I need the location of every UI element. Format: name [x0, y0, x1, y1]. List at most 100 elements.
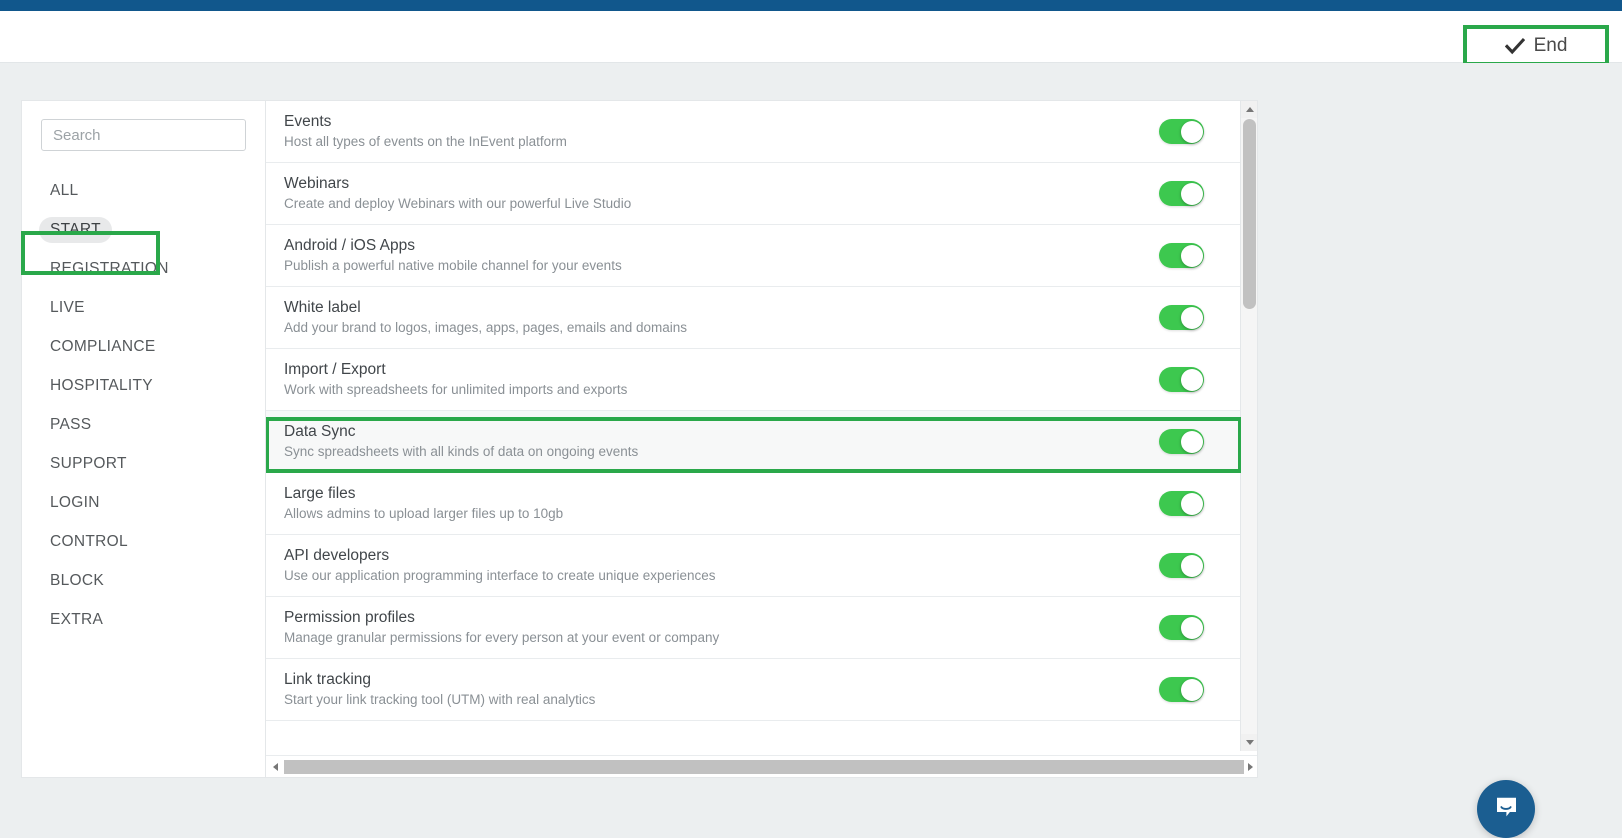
feature-text: Data Sync Sync spreadsheets with all kin… [284, 422, 1159, 460]
scroll-left-button[interactable] [266, 756, 284, 778]
search-input[interactable] [41, 119, 246, 151]
feature-row-api-developers[interactable]: API developers Use our application progr… [266, 535, 1241, 597]
toggle-knob [1180, 678, 1203, 701]
feature-title: Import / Export [284, 361, 386, 379]
feature-title: Webinars [284, 175, 350, 193]
sidebar-item-label: CONTROL [50, 533, 128, 550]
sidebar-item-pass[interactable]: PASS [22, 405, 265, 444]
sidebar-item-support[interactable]: SUPPORT [22, 444, 265, 483]
feature-title: White label [284, 299, 361, 317]
sidebar-item-all[interactable]: ALL [22, 171, 265, 210]
sidebar-item-start[interactable]: START [22, 210, 265, 249]
feature-title: Android / iOS Apps [284, 237, 415, 255]
top-accent-bar [0, 0, 1622, 11]
sidebar-item-label: SUPPORT [50, 455, 127, 472]
toggle-knob [1180, 182, 1203, 205]
toggle-knob [1180, 244, 1203, 267]
feature-title: Data Sync [284, 423, 356, 441]
feature-row-large-files[interactable]: Large files Allows admins to upload larg… [266, 473, 1241, 535]
top-toolbar: End [0, 11, 1622, 66]
sidebar-item-registration[interactable]: REGISTRATION [22, 249, 265, 288]
scroll-up-button[interactable] [1241, 101, 1257, 118]
toggle-knob [1180, 616, 1203, 639]
horizontal-scrollbar-thumb[interactable] [284, 759, 1244, 774]
end-button[interactable]: End [1499, 33, 1574, 59]
sidebar-item-label: EXTRA [50, 611, 104, 628]
feature-description: Work with spreadsheets for unlimited imp… [284, 381, 628, 397]
feature-text: Permission profiles Manage granular perm… [284, 608, 1159, 646]
sidebar-item-label: COMPLIANCE [50, 338, 156, 355]
triangle-down-icon [1245, 740, 1254, 745]
feature-text: Webinars Create and deploy Webinars with… [284, 174, 1159, 212]
feature-description: Publish a powerful native mobile channel… [284, 257, 622, 273]
sidebar-item-hospitality[interactable]: HOSPITALITY [22, 366, 265, 405]
feature-title: Permission profiles [284, 609, 415, 627]
feature-toggle-large-files[interactable] [1159, 491, 1204, 516]
feature-description: Create and deploy Webinars with our powe… [284, 195, 632, 211]
sidebar-item-label: HOSPITALITY [50, 377, 153, 394]
feature-toggle-link-tracking[interactable] [1159, 677, 1204, 702]
feature-list-viewport: Events Host all types of events on the I… [266, 101, 1241, 751]
feature-text: Link tracking Start your link tracking t… [284, 670, 1159, 708]
feature-toggle-import-export[interactable] [1159, 367, 1204, 392]
sidebar-item-label: PASS [50, 416, 92, 433]
toggle-knob [1180, 554, 1203, 577]
feature-text: Events Host all types of events on the I… [284, 112, 1159, 150]
feature-description: Manage granular permissions for every pe… [284, 629, 720, 645]
feature-toggle-android-ios-apps[interactable] [1159, 243, 1204, 268]
feature-toggle-api-developers[interactable] [1159, 553, 1204, 578]
sidebar-item-login[interactable]: LOGIN [22, 483, 265, 522]
feature-row-data-sync[interactable]: Data Sync Sync spreadsheets with all kin… [266, 411, 1241, 473]
feature-row-white-label[interactable]: White label Add your brand to logos, ima… [266, 287, 1241, 349]
feature-row-events[interactable]: Events Host all types of events on the I… [266, 101, 1241, 163]
end-button-highlight: End [1463, 25, 1609, 66]
sidebar-nav: ALL START REGISTRATION LIVE COMPLIANCE H… [21, 171, 265, 639]
feature-text: API developers Use our application progr… [284, 546, 1159, 584]
feature-row-webinars[interactable]: Webinars Create and deploy Webinars with… [266, 163, 1241, 225]
feature-text: Android / iOS Apps Publish a powerful na… [284, 236, 1159, 274]
toggle-knob [1180, 492, 1203, 515]
feature-description: Start your link tracking tool (UTM) with… [284, 691, 596, 707]
feature-description: Sync spreadsheets with all kinds of data… [284, 443, 639, 459]
toggle-knob [1180, 368, 1203, 391]
end-button-label: End [1533, 34, 1568, 56]
triangle-left-icon [272, 762, 278, 771]
feature-title: Link tracking [284, 671, 372, 689]
feature-list-panel: Events Host all types of events on the I… [265, 100, 1258, 778]
sidebar-item-compliance[interactable]: COMPLIANCE [22, 327, 265, 366]
feature-description: Allows admins to upload larger files up … [284, 505, 564, 521]
sidebar-item-label: ALL [50, 182, 79, 199]
feature-toggle-data-sync[interactable] [1159, 429, 1204, 454]
sidebar-panel: ALL START REGISTRATION LIVE COMPLIANCE H… [21, 100, 266, 778]
vertical-scrollbar[interactable] [1240, 101, 1257, 751]
triangle-right-icon [1247, 762, 1253, 771]
intercom-launcher-button[interactable] [1477, 780, 1535, 838]
feature-row-link-tracking[interactable]: Link tracking Start your link tracking t… [266, 659, 1241, 721]
feature-description: Host all types of events on the InEvent … [284, 133, 567, 149]
sidebar-item-control[interactable]: CONTROL [22, 522, 265, 561]
sidebar-item-label: BLOCK [50, 572, 105, 589]
feature-toggle-white-label[interactable] [1159, 305, 1204, 330]
feature-row-permission-profiles[interactable]: Permission profiles Manage granular perm… [266, 597, 1241, 659]
feature-toggle-permission-profiles[interactable] [1159, 615, 1204, 640]
feature-text: White label Add your brand to logos, ima… [284, 298, 1159, 336]
sidebar-item-label: REGISTRATION [50, 260, 169, 277]
sidebar-item-live[interactable]: LIVE [22, 288, 265, 327]
feature-row-android-ios-apps[interactable]: Android / iOS Apps Publish a powerful na… [266, 225, 1241, 287]
feature-row-import-export[interactable]: Import / Export Work with spreadsheets f… [266, 349, 1241, 411]
horizontal-scrollbar[interactable] [266, 755, 1257, 778]
horizontal-scrollbar-track[interactable] [284, 759, 1244, 774]
page-body: ALL START REGISTRATION LIVE COMPLIANCE H… [0, 63, 1622, 838]
feature-text: Large files Allows admins to upload larg… [284, 484, 1159, 522]
feature-toggle-webinars[interactable] [1159, 181, 1204, 206]
vertical-scrollbar-thumb[interactable] [1243, 119, 1256, 309]
sidebar-item-extra[interactable]: EXTRA [22, 600, 265, 639]
feature-toggle-events[interactable] [1159, 119, 1204, 144]
feature-title: API developers [284, 547, 390, 565]
scroll-down-button[interactable] [1241, 734, 1257, 751]
toggle-knob [1180, 430, 1203, 453]
feature-text: Import / Export Work with spreadsheets f… [284, 360, 1159, 398]
check-icon [1504, 36, 1525, 56]
sidebar-item-block[interactable]: BLOCK [22, 561, 265, 600]
feature-description: Add your brand to logos, images, apps, p… [284, 319, 687, 335]
